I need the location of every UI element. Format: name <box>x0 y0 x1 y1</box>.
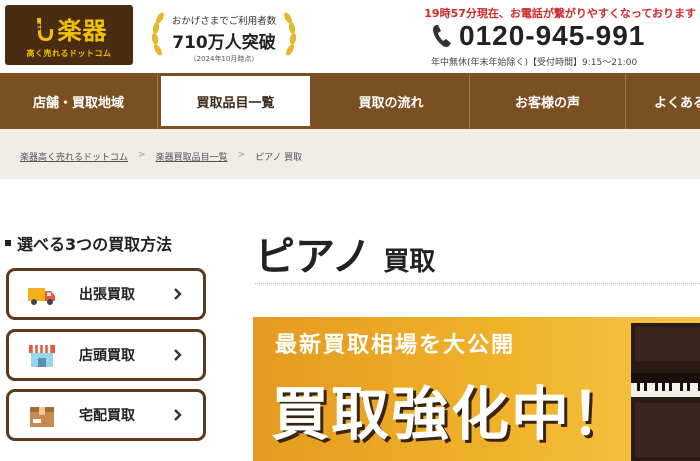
breadcrumb-current: ピアノ 買取 <box>255 153 303 163</box>
page-title-suffix: 買取 <box>383 247 436 277</box>
breadcrumb-link-home[interactable]: 楽器高く売れるドットコム <box>20 150 128 163</box>
nav-item-flow[interactable]: 買取の流れ <box>313 73 470 129</box>
nav-item-reviews[interactable]: お客様の声 <box>470 73 626 129</box>
method-store-button[interactable]: 店頭買取 <box>6 329 206 381</box>
chevron-right-icon <box>174 288 182 300</box>
logo-name: 楽器 <box>57 16 108 45</box>
main-nav: 店舗・買取地域 買取品目一覧 買取の流れ お客様の声 よくある <box>0 73 700 129</box>
piano-image <box>631 323 700 461</box>
phone-block[interactable]: 0120-945-991 <box>431 20 645 52</box>
nav-item-stores[interactable]: 店舗・買取地域 <box>0 73 158 129</box>
logo-tagline: 高く売れるドットコム <box>26 49 112 58</box>
banner-headline: 買取強化中！ <box>271 380 632 448</box>
nav-item-faq[interactable]: よくある <box>626 73 700 129</box>
nav-item-purchase-items[interactable]: 買取品目一覧 <box>158 73 313 129</box>
user-count-award: おかげさまでご利用者数 710万人突破 （2024年10月時点） <box>148 4 300 68</box>
business-hours: 年中無休(年末年始除く)【受付時間】9:15～21:00 <box>431 58 638 68</box>
purchase-methods-heading: 選べる3つの買取方法 <box>5 231 172 255</box>
method-label: 店頭買取 <box>79 348 135 364</box>
method-label: 出張買取 <box>79 287 135 303</box>
site-header: 楽器 高く売れるドットコム おかげさまでご利用者数 710万人突破 （2024年… <box>0 0 700 73</box>
method-label: 宅配買取 <box>79 408 135 424</box>
phone-number[interactable]: 0120-945-991 <box>459 20 645 52</box>
promo-banner[interactable]: 最新買取相場を大公開 買取強化中！ <box>253 317 700 461</box>
breadcrumb-link-items[interactable]: 楽器買取品目一覧 <box>156 150 228 163</box>
phone-icon <box>433 25 451 47</box>
page: 楽器 高く売れるドットコム おかげさまでご利用者数 710万人突破 （2024年… <box>0 0 700 461</box>
purchase-methods-title: 選べる3つの買取方法 <box>17 235 173 254</box>
breadcrumb-bar: 楽器高く売れるドットコム > 楽器買取品目一覧 > ピアノ 買取 <box>0 129 700 179</box>
site-logo[interactable]: 楽器 高く売れるドットコム <box>5 5 133 65</box>
shop-icon <box>29 345 55 367</box>
breadcrumb-separator: > <box>138 150 146 160</box>
method-delivery-button[interactable]: 宅配買取 <box>6 389 206 441</box>
box-icon <box>30 407 54 427</box>
truck-icon <box>28 288 55 305</box>
method-home-visit-button[interactable]: 出張買取 <box>6 268 206 320</box>
award-count: 710万人突破 <box>172 33 276 53</box>
saxophone-icon <box>36 17 53 41</box>
breadcrumb-separator: > <box>237 150 246 160</box>
call-availability-notice: 19時57分現在、お電話が繋がりやすくなっております <box>424 7 696 20</box>
breadcrumb: 楽器高く売れるドットコム > 楽器買取品目一覧 > ピアノ 買取 <box>20 150 302 163</box>
banner-subtitle: 最新買取相場を大公開 <box>275 333 516 358</box>
bullet-square <box>5 240 11 246</box>
award-date: （2024年10月時点） <box>189 55 259 63</box>
award-caption: おかげさまでご利用者数 <box>171 16 277 27</box>
chevron-right-icon <box>174 349 182 361</box>
page-title: ピアノ 買取 <box>255 224 435 282</box>
title-divider <box>255 283 700 284</box>
logo-row: 楽器 <box>31 11 108 46</box>
page-title-main: ピアノ <box>255 234 372 280</box>
chevron-right-icon <box>174 409 182 421</box>
